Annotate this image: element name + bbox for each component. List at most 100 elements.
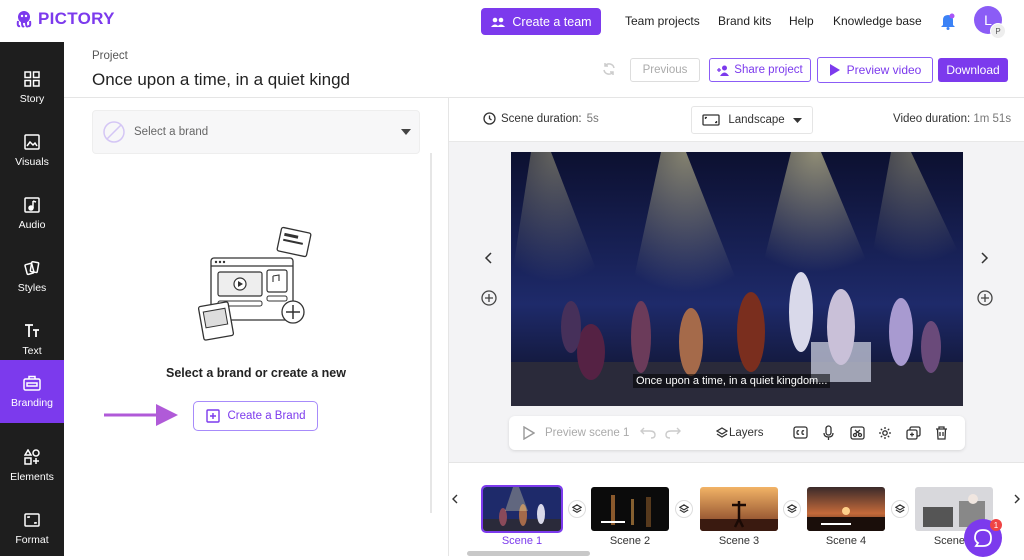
sidebar-item-label: Audio: [18, 218, 46, 231]
share-project-button[interactable]: Share project: [709, 58, 811, 82]
clock-icon: [483, 112, 496, 125]
elements-icon: [24, 448, 40, 465]
video-duration-label: Video duration:: [893, 113, 971, 125]
story-icon: [24, 70, 40, 87]
scissors-icon[interactable]: [850, 426, 865, 440]
scene-3-layers-icon[interactable]: [783, 500, 801, 518]
brand-select-dropdown[interactable]: Select a brand: [92, 110, 420, 154]
team-icon: [490, 16, 506, 28]
create-brand-button[interactable]: Create a Brand: [193, 401, 318, 431]
nav-team-projects[interactable]: Team projects: [625, 14, 700, 28]
preview-label: Preview video: [846, 63, 922, 77]
timeline-left-chevron-icon[interactable]: [451, 494, 458, 504]
add-scene-before-icon[interactable]: [481, 290, 497, 306]
scene-duration-label: Scene duration:: [501, 112, 582, 125]
pointer-arrow-icon: [104, 402, 180, 428]
scene-thumbnail-4[interactable]: [807, 487, 885, 531]
octopus-logo-icon: [14, 9, 34, 29]
chat-notification-badge: 1: [990, 519, 1002, 531]
undo-icon[interactable]: [640, 427, 656, 439]
video-duration: Video duration: 1m 51s: [893, 113, 1011, 125]
layers-icon: [716, 427, 728, 439]
sidebar-item-story[interactable]: Story: [0, 56, 64, 119]
nav-knowledge-base[interactable]: Knowledge base: [833, 14, 922, 28]
scene-thumbnail-2[interactable]: [591, 487, 669, 531]
scene-thumbnail-3[interactable]: [700, 487, 778, 531]
visuals-icon: [24, 133, 40, 150]
create-team-label: Create a team: [512, 14, 592, 29]
timeline-scrollbar[interactable]: [467, 551, 590, 556]
scene-label-3: Scene 3: [718, 535, 760, 547]
sidebar-item-format[interactable]: Format: [0, 497, 64, 560]
brand-select-placeholder: Select a brand: [134, 126, 209, 138]
empty-brand-message: Select a brand or create a new: [166, 366, 346, 380]
nav-brand-kits[interactable]: Brand kits: [718, 14, 771, 28]
format-label: Landscape: [728, 114, 785, 126]
project-title-input[interactable]: Once upon a time, in a quiet kingdom: [92, 70, 350, 90]
settings-gear-icon[interactable]: [878, 426, 892, 440]
share-label: Share project: [734, 64, 803, 76]
logo-text: PICTORY: [38, 9, 115, 28]
preview-video-button[interactable]: Preview video: [817, 57, 933, 83]
preview-scene-label[interactable]: Preview scene 1: [545, 427, 629, 439]
scene-label-2: Scene 2: [609, 535, 651, 547]
chevron-down-icon: [792, 117, 802, 123]
scene-2-layers-icon[interactable]: [675, 500, 693, 518]
pictory-logo[interactable]: PICTORY: [14, 9, 115, 29]
chevron-down-icon: [401, 129, 411, 135]
chat-bubble-icon: [973, 528, 993, 548]
create-team-button[interactable]: Create a team: [481, 8, 601, 35]
create-brand-label: Create a Brand: [227, 410, 306, 422]
microphone-icon[interactable]: [823, 425, 834, 441]
sidebar-item-label: Styles: [17, 281, 47, 294]
next-scene-chevron-icon[interactable]: [981, 252, 989, 264]
styles-icon: [24, 260, 40, 276]
sidebar-item-visuals[interactable]: Visuals: [0, 119, 64, 182]
subtitle-overlay: Once upon a time, in a quiet kingdom...: [633, 374, 831, 388]
duplicate-icon[interactable]: [906, 426, 921, 440]
sidebar-item-styles[interactable]: Styles: [0, 245, 64, 308]
trash-icon[interactable]: [935, 426, 948, 440]
scene-thumbnail-1[interactable]: [481, 485, 563, 533]
prev-scene-chevron-icon[interactable]: [484, 252, 492, 264]
branding-icon: [23, 375, 41, 391]
scene-controls-bar: Preview scene 1 Layers: [509, 416, 965, 450]
download-button[interactable]: Download: [938, 58, 1008, 82]
workspace-avatar[interactable]: P: [990, 23, 1006, 39]
video-preview[interactable]: [511, 152, 963, 406]
format-icon: [24, 512, 40, 528]
sidebar-item-label: Visuals: [15, 155, 49, 168]
play-icon: [829, 63, 841, 77]
landscape-icon: [702, 114, 721, 126]
closed-captions-icon[interactable]: [793, 426, 808, 439]
add-scene-after-icon[interactable]: [977, 290, 993, 306]
plus-square-icon: [205, 409, 220, 423]
top-bar: PICTORY Create a team Team projects Bran…: [0, 0, 1024, 42]
project-label: Project: [92, 50, 128, 62]
timeline-right-chevron-icon[interactable]: [1014, 494, 1021, 504]
format-select[interactable]: Landscape: [691, 106, 813, 134]
video-duration-value: 1m 51s: [973, 113, 1012, 125]
previous-button[interactable]: Previous: [630, 58, 700, 82]
sidebar-item-label: Branding: [10, 396, 54, 409]
scene-duration-value: 5s: [586, 112, 599, 125]
stage-scene-image: [511, 152, 963, 406]
redo-icon[interactable]: [665, 427, 681, 439]
left-sidebar: Story Visuals Audio Styles Text Branding…: [0, 42, 64, 556]
sidebar-item-branding[interactable]: Branding: [0, 360, 64, 423]
no-brand-icon: [103, 121, 125, 143]
scene-duration: Scene duration: 5s: [483, 112, 599, 125]
notification-bell-icon[interactable]: [940, 12, 956, 30]
sync-icon: [602, 62, 616, 76]
scene-4-layers-icon[interactable]: [891, 500, 909, 518]
play-icon[interactable]: [523, 426, 535, 440]
scene-1-layers-icon[interactable]: [568, 500, 586, 518]
sidebar-item-audio[interactable]: Audio: [0, 182, 64, 245]
panel-scrollbar[interactable]: [430, 153, 432, 513]
brand-empty-illustration-icon: [193, 226, 318, 351]
layers-button[interactable]: Layers: [729, 427, 764, 439]
add-user-icon: [717, 65, 730, 76]
sidebar-item-elements[interactable]: Elements: [0, 434, 64, 497]
nav-help[interactable]: Help: [789, 14, 814, 28]
scene-label-4: Scene 4: [825, 535, 867, 547]
